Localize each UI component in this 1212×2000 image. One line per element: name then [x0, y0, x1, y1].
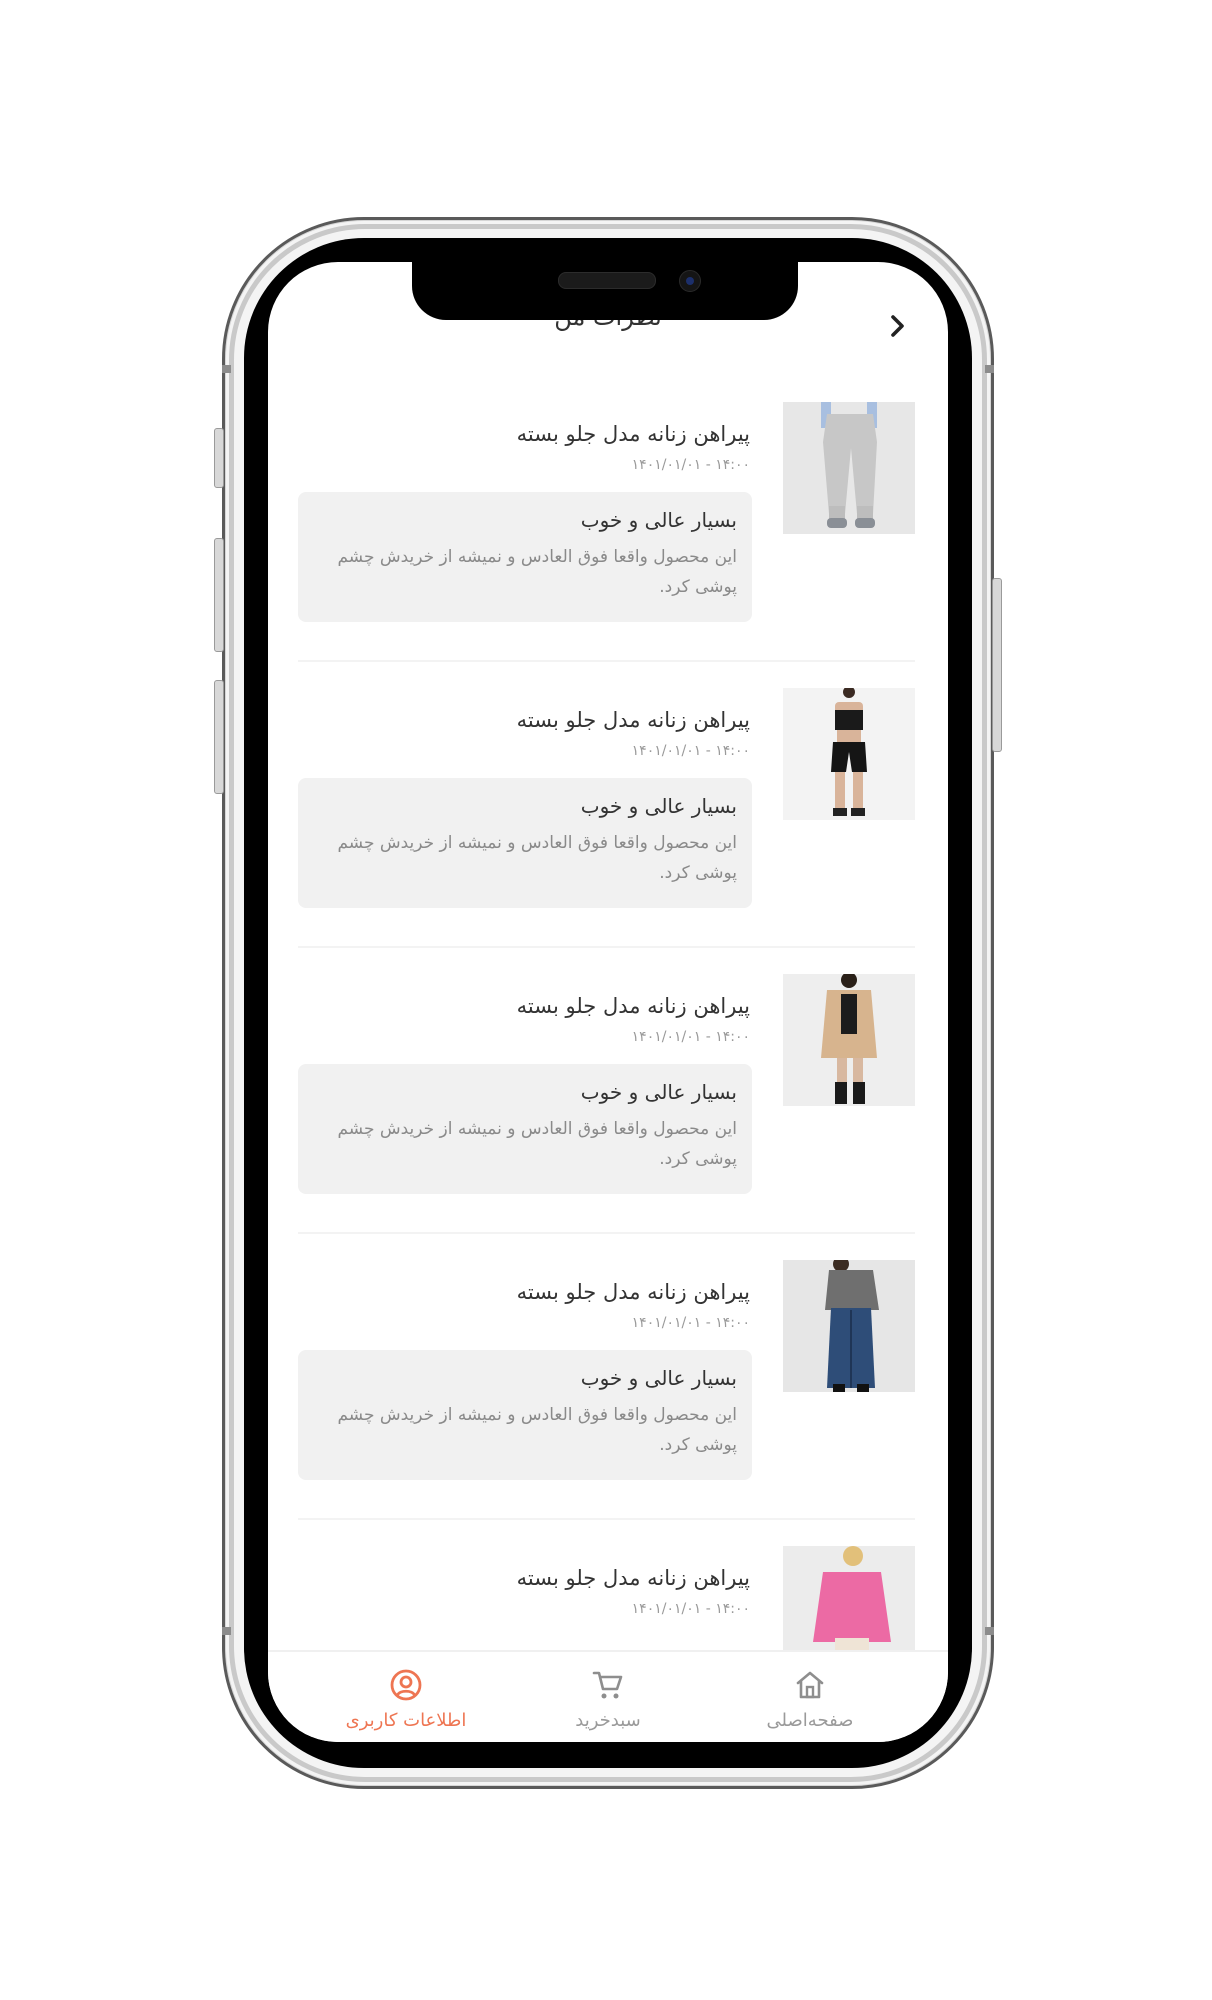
product-image-beige-coat — [783, 974, 915, 1106]
product-image[interactable] — [783, 974, 915, 1106]
comment-box: بسیار عالی و خوب این محصول واقعا فوق الع… — [298, 1350, 752, 1480]
divider — [298, 1232, 915, 1234]
nav-item-cart[interactable]: سبدخرید — [518, 1668, 698, 1731]
comment-text: این محصول واقعا فوق العادس و نمیشه از خر… — [337, 1119, 737, 1169]
comment-text: این محصول واقعا فوق العادس و نمیشه از خر… — [337, 1405, 737, 1455]
product-image[interactable] — [783, 688, 915, 820]
nav-label: صفحه‌اصلی — [766, 1710, 854, 1731]
chevron-right-icon — [891, 315, 904, 337]
antenna-line — [222, 365, 231, 373]
user-circle-icon — [390, 1669, 422, 1701]
cart-icon — [592, 1671, 623, 1699]
front-camera — [679, 270, 701, 292]
antenna-line — [985, 365, 994, 373]
divider — [298, 660, 915, 662]
product-name: پیراهن زنانه مدل جلو بسته — [516, 1280, 750, 1304]
comment-title: بسیار عالی و خوب — [580, 794, 737, 818]
product-name: پیراهن زنانه مدل جلو بسته — [516, 1566, 750, 1590]
review-date: ۱۴۰۱/۰۱/۰۱ - ۱۴:۰۰ — [631, 1315, 750, 1331]
product-image[interactable] — [783, 1260, 915, 1392]
antenna-line — [222, 1627, 231, 1635]
nav-item-profile[interactable]: اطلاعات کاربری — [316, 1668, 496, 1731]
silent-switch — [214, 428, 224, 488]
back-button[interactable] — [878, 306, 918, 346]
phone-speaker — [558, 272, 656, 289]
review-item[interactable]: پیراهن زنانه مدل جلو بسته ۱۴۰۱/۰۱/۰۱ - ۱… — [268, 1260, 948, 1546]
nav-label: سبدخرید — [575, 1710, 641, 1731]
review-date: ۱۴۰۱/۰۱/۰۱ - ۱۴:۰۰ — [631, 457, 750, 473]
review-item[interactable]: پیراهن زنانه مدل جلو بسته ۱۴۰۱/۰۱/۰۱ - ۱… — [268, 688, 948, 974]
power-button — [992, 578, 1002, 752]
home-icon — [796, 1671, 824, 1699]
comment-box: بسیار عالی و خوب این محصول واقعا فوق الع… — [298, 778, 752, 908]
nav-item-home[interactable]: صفحه‌اصلی — [720, 1668, 900, 1731]
product-image-denim-skirt — [783, 1260, 915, 1392]
comment-box: بسیار عالی و خوب این محصول واقعا فوق الع… — [298, 492, 752, 622]
divider — [298, 946, 915, 948]
app-screen: نظرات من پیراهن زنان — [268, 262, 948, 1742]
review-item[interactable]: پیراهن زنانه مدل جلو بسته ۱۴۰۱/۰۱/۰۱ - ۱… — [268, 974, 948, 1260]
product-image-grey-pants — [783, 402, 915, 534]
review-date: ۱۴۰۱/۰۱/۰۱ - ۱۴:۰۰ — [631, 1029, 750, 1045]
product-name: پیراهن زنانه مدل جلو بسته — [516, 708, 750, 732]
comment-title: بسیار عالی و خوب — [580, 1080, 737, 1104]
product-name: پیراهن زنانه مدل جلو بسته — [516, 422, 750, 446]
comment-title: بسیار عالی و خوب — [580, 508, 737, 532]
product-image[interactable] — [783, 402, 915, 534]
review-item[interactable]: پیراهن زنانه مدل جلو بسته ۱۴۰۱/۰۱/۰۱ - ۱… — [268, 402, 948, 688]
product-name: پیراهن زنانه مدل جلو بسته — [516, 994, 750, 1018]
review-date: ۱۴۰۱/۰۱/۰۱ - ۱۴:۰۰ — [631, 1601, 750, 1617]
divider — [298, 1518, 915, 1520]
comment-text: این محصول واقعا فوق العادس و نمیشه از خر… — [337, 833, 737, 883]
volume-up-button — [214, 538, 224, 652]
comment-box: بسیار عالی و خوب این محصول واقعا فوق الع… — [298, 1064, 752, 1194]
comment-text: این محصول واقعا فوق العادس و نمیشه از خر… — [337, 547, 737, 597]
product-image-black-shorts — [783, 688, 915, 820]
volume-down-button — [214, 680, 224, 794]
bottom-nav: اطلاعات کاربری سبدخرید صفحه‌اصلی — [268, 1650, 948, 1742]
nav-label: اطلاعات کاربری — [345, 1710, 467, 1731]
comment-title: بسیار عالی و خوب — [580, 1366, 737, 1390]
review-date: ۱۴۰۱/۰۱/۰۱ - ۱۴:۰۰ — [631, 743, 750, 759]
antenna-line — [985, 1627, 994, 1635]
